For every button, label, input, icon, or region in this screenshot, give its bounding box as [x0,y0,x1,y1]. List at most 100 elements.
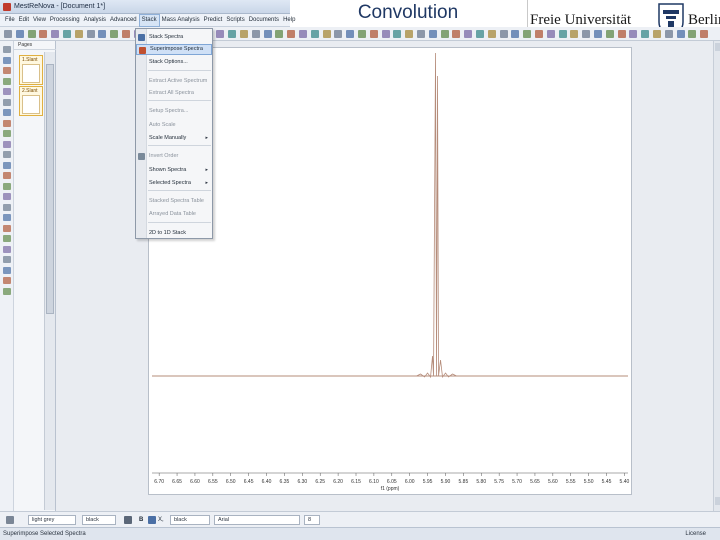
side-tool-icon[interactable] [3,67,11,74]
side-tool-icon[interactable] [3,193,11,200]
toolbar-tool-icon[interactable] [74,30,83,38]
menu-mass-analysis[interactable]: Mass Analysis [160,14,202,27]
toolbar-tool-icon[interactable] [605,30,614,38]
toolbar-tool-icon[interactable] [676,30,685,38]
menu-item-extract-active-spectrum[interactable]: Extract Active Spectrum [136,76,212,87]
toolbar-tool-icon[interactable] [641,30,650,38]
toolbar-tool-icon[interactable] [334,30,343,38]
toolbar-tool-icon[interactable] [558,30,567,38]
menu-item-setup-spectra[interactable]: Setup Spectra... [136,106,212,117]
side-tool-icon[interactable] [3,224,11,232]
side-tool-icon[interactable] [3,130,11,137]
bold-button[interactable]: B [139,515,143,525]
side-tool-icon[interactable] [3,46,11,53]
menu-edit[interactable]: Edit [17,14,31,27]
toolbar-tool-icon[interactable] [240,30,248,38]
toolbar-tool-icon[interactable] [617,30,626,38]
pages-scrollbar-thumb[interactable] [46,64,54,314]
menu-item-auto-scale[interactable]: Auto Scale [136,120,212,131]
scroll-up-icon[interactable] [715,43,720,51]
toolbar-tool-icon[interactable] [346,30,355,38]
side-tool-icon[interactable] [3,56,11,64]
toolbar-tool-icon[interactable] [594,30,602,38]
side-tool-icon[interactable] [3,161,11,169]
side-tool-icon[interactable] [3,256,11,263]
toolbar-tool-icon[interactable] [487,30,496,38]
page-thumbnail-1[interactable]: 1.Slant [19,55,43,85]
toolbar-tool-icon[interactable] [310,30,319,38]
side-tool-icon[interactable] [3,214,11,221]
toolbar-tool-icon[interactable] [4,30,12,38]
menu-item-extract-all-spectra[interactable]: Extract All Spectra [136,88,212,99]
toolbar-tool-icon[interactable] [393,30,402,38]
document-scrollbar[interactable] [713,41,720,511]
toolbar-tool-icon[interactable] [15,30,24,38]
fill-select[interactable]: black [170,515,210,525]
toolbar-tool-icon[interactable] [535,30,543,38]
toolbar-tool-icon[interactable] [688,30,697,38]
menu-predict[interactable]: Predict [202,14,225,27]
toolbar-tool-icon[interactable] [358,30,366,38]
scroll-down-icon[interactable] [715,497,720,505]
toolbar-tool-icon[interactable] [405,30,414,38]
toolbar-tool-icon[interactable] [98,30,107,38]
font-select[interactable]: Arial [214,515,300,525]
toolbar-tool-icon[interactable] [216,30,225,38]
menu-file[interactable]: File [3,14,17,27]
menu-item-stacked-spectra-table[interactable]: Stacked Spectra Table [136,196,212,207]
toolbar-tool-icon[interactable] [700,30,709,38]
toolbar-tool-icon[interactable] [110,30,119,38]
menu-item-scale-manually[interactable]: Scale Manually ▸ [136,133,212,144]
toolbar-tool-icon[interactable] [582,30,591,38]
toolbar-tool-icon[interactable] [322,30,331,38]
menu-item-superimpose-spectra[interactable]: Superimpose Spectra [136,44,212,55]
toolbar-tool-icon[interactable] [476,30,484,38]
toolbar-tool-icon[interactable] [39,30,48,38]
menu-item-stack-options[interactable]: Stack Options... [136,57,212,68]
toolbar-tool-icon[interactable] [440,30,449,38]
side-tool-icon[interactable] [3,151,11,158]
toolbar-tool-icon[interactable] [464,30,473,38]
menu-item-2d-to-1d-stack[interactable]: 2D to 1D Stack [136,228,212,239]
side-tool-icon[interactable] [3,77,11,85]
menu-item-selected-spectra[interactable]: Selected Spectra ▸ [136,178,212,189]
toolbar-tool-icon[interactable] [275,30,284,38]
toolbar-tool-icon[interactable] [664,30,673,38]
pointer-icon[interactable] [6,516,14,524]
side-tool-icon[interactable] [3,119,11,127]
toolbar-tool-icon[interactable] [263,30,272,38]
menu-item-invert-order[interactable]: Invert Order [136,151,212,162]
toolbar-tool-icon[interactable] [499,30,508,38]
side-tool-icon[interactable] [3,182,11,190]
font-size-select[interactable]: 8 [304,515,320,525]
toolbar-tool-icon[interactable] [27,30,36,38]
side-tool-icon[interactable] [3,235,11,242]
toolbar-tool-icon[interactable] [428,30,437,38]
subscript-button[interactable]: X, [158,515,164,525]
side-tool-icon[interactable] [3,109,11,116]
menu-analysis[interactable]: Analysis [82,14,108,27]
toolbar-tool-icon[interactable] [251,30,260,38]
side-tool-icon[interactable] [3,98,11,106]
page-thumbnail-2[interactable]: 2.Slant [19,86,43,116]
color-select[interactable]: light grey [28,515,76,525]
toolbar-tool-icon[interactable] [228,30,237,38]
toolbar-tool-icon[interactable] [51,30,60,38]
side-tool-icon[interactable] [3,172,11,179]
toolbar-tool-icon[interactable] [299,30,307,38]
toolbar-tool-icon[interactable] [653,30,661,38]
toolbar-tool-icon[interactable] [287,30,296,38]
toolbar-tool-icon[interactable] [629,30,638,38]
toolbar-tool-icon[interactable] [381,30,390,38]
toolbar-tool-icon[interactable] [570,30,579,38]
menu-help[interactable]: Help [281,14,297,27]
nmr-spectrum-plot[interactable]: 6.70 6.65 6.60 6.55 6.50 6.45 6.40 6.35 6.30 6.25… [148,47,632,495]
text-color-icon[interactable] [148,516,156,524]
menu-item-shown-spectra[interactable]: Shown Spectra ▸ [136,165,212,176]
toolbar-tool-icon[interactable] [86,30,95,38]
side-tool-icon[interactable] [3,245,11,253]
toolbar-tool-icon[interactable] [523,30,532,38]
menu-processing[interactable]: Processing [48,14,82,27]
menu-scripts[interactable]: Scripts [224,14,246,27]
menu-view[interactable]: View [31,14,48,27]
